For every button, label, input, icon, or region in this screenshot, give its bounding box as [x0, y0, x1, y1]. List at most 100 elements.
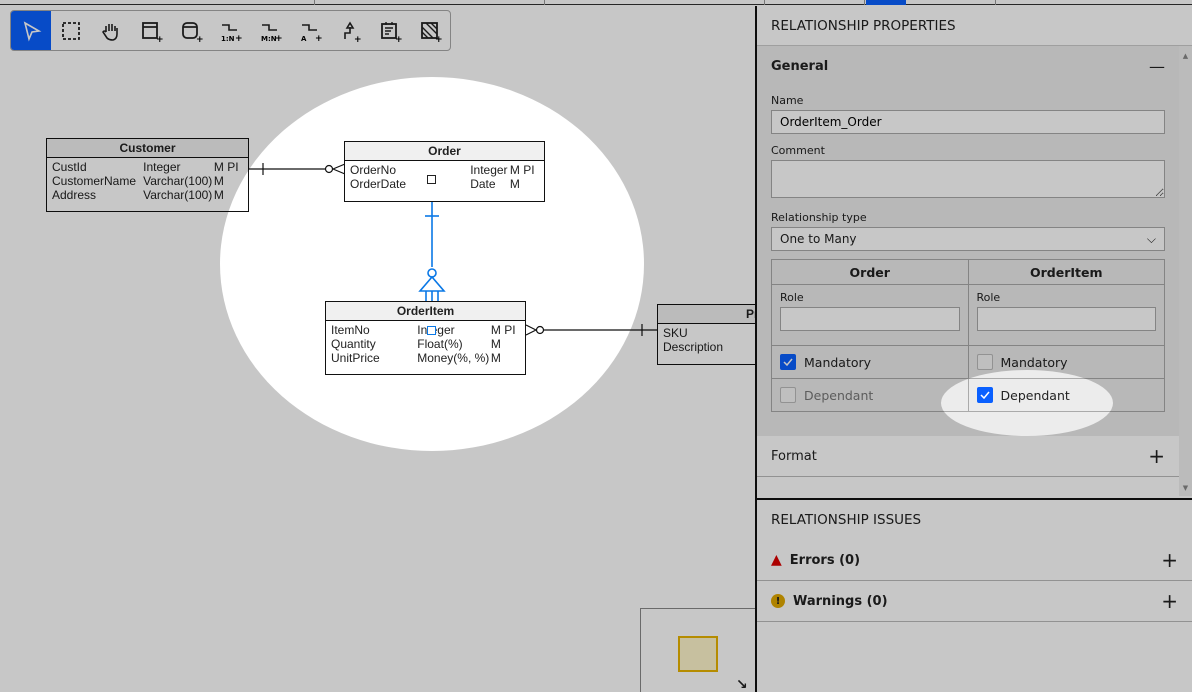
- format-section-header[interactable]: Format +: [757, 436, 1179, 477]
- selection-handle[interactable]: [427, 175, 436, 184]
- role-label: Role: [780, 291, 804, 304]
- attribute-row[interactable]: CustId Integer M PI: [52, 160, 243, 174]
- expand-icon[interactable]: +: [1161, 589, 1178, 613]
- orderitem-dependant-checkbox[interactable]: Dependant: [976, 387, 1165, 403]
- attribute-cell: SKU: [663, 326, 688, 340]
- attribute-cell: Quantity: [331, 337, 376, 351]
- checkbox-icon: [780, 387, 796, 403]
- attribute-cell: M PI: [509, 163, 535, 177]
- warnings-label: Warnings (0): [793, 593, 888, 609]
- expand-icon[interactable]: +: [1161, 548, 1178, 572]
- entity-title: Customer: [47, 139, 248, 158]
- entity-product[interactable]: Pro SKUDescription: [657, 304, 755, 365]
- errors-row[interactable]: ▲ Errors (0) +: [757, 540, 1192, 581]
- section-label: Format: [771, 448, 817, 464]
- order-mandatory-checkbox[interactable]: Mandatory: [780, 354, 968, 370]
- attribute-row[interactable]: UnitPrice Money(%, %) M: [331, 351, 520, 365]
- attribute-cell: Address: [52, 188, 97, 202]
- selected-value: One to Many: [780, 232, 857, 246]
- attribute-cell: Integer: [470, 163, 508, 177]
- orderitem-role-input[interactable]: [976, 307, 1156, 331]
- minimap-viewport[interactable]: [678, 636, 718, 672]
- attribute-cell: M PI: [490, 323, 516, 337]
- relationship-type-label: Relationship type: [771, 211, 867, 224]
- orderitem-mandatory-checkbox[interactable]: Mandatory: [976, 354, 1165, 370]
- tab[interactable]: [545, 0, 765, 5]
- name-label: Name: [771, 94, 804, 107]
- checkbox-label: Mandatory: [804, 354, 872, 370]
- attribute-cell: OrderNo: [350, 163, 397, 177]
- expand-icon[interactable]: +: [1148, 444, 1165, 468]
- attribute-cell: CustomerName: [52, 174, 137, 188]
- checkbox-label: Dependant: [1000, 387, 1070, 403]
- attribute-row[interactable]: SKU: [663, 326, 755, 340]
- attribute-cell: Float(%): [417, 337, 463, 351]
- minimap[interactable]: ↘: [640, 608, 755, 692]
- resize-arrow-icon[interactable]: ↘: [736, 677, 748, 692]
- attribute-cell: M: [213, 188, 224, 202]
- attribute-cell: Description: [663, 340, 724, 354]
- attribute-row[interactable]: Description: [663, 340, 755, 354]
- chevron-down-icon: ⌵: [1146, 231, 1156, 246]
- issues-section: RELATIONSHIP ISSUES ▲ Errors (0) + ! Warnin…: [757, 498, 1192, 622]
- role-label: Role: [976, 291, 1001, 304]
- entity-orderitem[interactable]: OrderItem ItemNoIntegerM PIQuantity Float(…: [325, 301, 526, 375]
- attribute-row[interactable]: OrderDate Date M: [350, 177, 539, 191]
- selection-handle[interactable]: [427, 326, 436, 335]
- attribute-row[interactable]: Address Varchar(100) M: [52, 188, 243, 202]
- checkbox-icon: [780, 354, 796, 370]
- checkbox-icon: [976, 387, 993, 403]
- name-input[interactable]: [771, 110, 1165, 134]
- properties-panel: RELATIONSHIP PROPERTIES ▲ ▼ General — Nam…: [755, 6, 1192, 692]
- order-role-input[interactable]: [780, 307, 960, 331]
- error-triangle-icon: ▲: [771, 552, 782, 568]
- entity-title: Order: [345, 142, 544, 161]
- general-section: General— Name Comment Relationship type …: [757, 46, 1179, 436]
- col-orderitem: OrderItem: [967, 259, 1165, 285]
- checkbox-label: Mandatory: [1000, 354, 1068, 370]
- attribute-row[interactable]: OrderNo Integer M PI: [350, 163, 539, 177]
- panel-title: RELATIONSHIP PROPERTIES: [757, 6, 1192, 46]
- attribute-row[interactable]: CustomerName Varchar(100) M: [52, 174, 243, 188]
- attribute-row[interactable]: Quantity Float(%) M: [331, 337, 520, 351]
- attribute-cell: Integer: [143, 160, 181, 174]
- attribute-cell: M: [490, 351, 501, 365]
- attribute-cell: Varchar(100): [143, 188, 213, 202]
- attribute-cell: M: [490, 337, 501, 351]
- entity-title: OrderItem: [326, 302, 525, 321]
- attribute-cell: M: [509, 177, 520, 191]
- col-order: Order: [771, 259, 969, 285]
- relationship-type-select[interactable]: One to Many ⌵: [771, 227, 1165, 251]
- tab[interactable]: [315, 0, 545, 5]
- collapse-icon[interactable]: —: [1149, 57, 1165, 76]
- attribute-cell: Money(%, %): [417, 351, 490, 365]
- order-dependant-checkbox[interactable]: Dependant: [780, 387, 968, 403]
- errors-label: Errors (0): [789, 552, 861, 568]
- attribute-cell: UnitPrice: [331, 351, 380, 365]
- entity-customer[interactable]: Customer CustId Integer M PI CustomerName Var…: [46, 138, 249, 212]
- issues-title: RELATIONSHIP ISSUES: [771, 512, 922, 528]
- entity-order[interactable]: Order OrderNo Integer M PI OrderDate Date M: [344, 141, 545, 202]
- comment-textarea[interactable]: [771, 160, 1165, 198]
- attribute-cell: ItemNo: [331, 323, 370, 337]
- attribute-cell: CustId: [52, 160, 87, 174]
- checkbox-label: Dependant: [804, 387, 874, 403]
- tab[interactable]: [906, 0, 996, 5]
- top-tab-strip: [0, 0, 1192, 5]
- attribute-cell: M PI: [213, 160, 239, 174]
- entity-title: Pro: [658, 305, 755, 324]
- checkbox-icon: [976, 354, 993, 370]
- general-header[interactable]: General —: [771, 46, 1165, 86]
- relationship-ends-table: Order OrderItem Role Role Mandatory Manda…: [771, 259, 1165, 412]
- attribute-row[interactable]: ItemNoIntegerM PI: [331, 323, 520, 337]
- attribute-cell: Date: [470, 177, 496, 191]
- warnings-row[interactable]: ! Warnings (0) +: [757, 581, 1192, 622]
- panel-scrollbar[interactable]: ▲ ▼: [1179, 46, 1192, 496]
- diagram-canvas[interactable]: + +1:N + M:N + A + + + + Customer CustId Integer M P…: [0, 6, 755, 692]
- attribute-cell: M: [213, 174, 224, 188]
- tab[interactable]: [0, 0, 315, 5]
- attribute-cell: OrderDate: [350, 177, 407, 191]
- order-orderitem-line[interactable]: [418, 202, 446, 301]
- tab[interactable]: [765, 0, 865, 5]
- active-tab[interactable]: [866, 0, 906, 5]
